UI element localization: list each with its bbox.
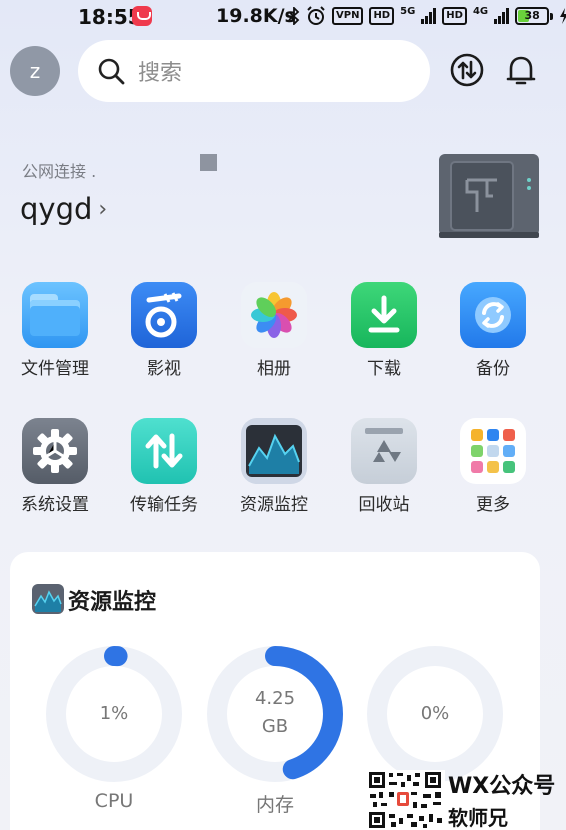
recycle-icon (351, 418, 417, 484)
more-icon (460, 418, 526, 484)
vpn-icon: VPN (332, 7, 364, 25)
cpu-label: CPU (94, 790, 134, 812)
bluetooth-icon (288, 7, 300, 25)
folder-icon (22, 282, 88, 348)
device-name[interactable]: qygd › (20, 192, 107, 226)
memory-label: 内存 (255, 794, 294, 816)
notification-app-icon (132, 6, 152, 26)
status-icons: VPN HD 5G HD 4G 38 (288, 6, 566, 26)
watermark-subtitle: 软师兄 (448, 806, 508, 830)
app-label: 相册 (257, 359, 291, 379)
card-title: 资源监控 (68, 590, 157, 615)
memory-unit: GB (261, 716, 289, 737)
app-label: 更多 (476, 495, 510, 515)
app-resource-monitor[interactable]: 资源监控 (224, 418, 324, 515)
battery-icon: 38 (515, 7, 554, 25)
app-video[interactable]: 影视 (114, 282, 214, 379)
signal-4g-label: 4G (472, 6, 489, 17)
transfer-icon (131, 418, 197, 484)
signal-5g-label: 5G (400, 6, 416, 17)
app-recycle-bin[interactable]: 回收站 (334, 418, 434, 515)
qr-code-image (367, 770, 445, 830)
monitor-card-icon (32, 584, 64, 614)
download-icon (351, 282, 417, 348)
app-label: 资源监控 (240, 495, 308, 515)
app-label: 备份 (476, 359, 510, 379)
app-more[interactable]: 更多 (443, 418, 543, 515)
app-label: 文件管理 (21, 359, 89, 379)
video-icon (131, 282, 197, 348)
app-label: 下载 (367, 359, 401, 379)
nas-device-image (439, 154, 539, 238)
settings-icon (22, 418, 88, 484)
app-settings[interactable]: 系统设置 (5, 418, 105, 515)
device-name-text: qygd (20, 192, 93, 226)
chevron-right-icon: › (98, 196, 108, 222)
battery-level: 38 (524, 9, 540, 22)
app-label: 传输任务 (130, 495, 198, 515)
memory-value: 4.25 (254, 688, 296, 709)
app-file-manager[interactable]: 文件管理 (5, 282, 105, 379)
app-backup[interactable]: 备份 (443, 282, 543, 379)
transfer-status-icon[interactable] (449, 52, 485, 88)
monitor-icon (241, 418, 307, 484)
hd-icon: HD (369, 7, 395, 25)
signal-icon (421, 8, 437, 24)
app-transfer[interactable]: 传输任务 (114, 418, 214, 515)
network-speed: 19.8K/s (216, 5, 296, 27)
avatar[interactable]: z (10, 46, 60, 96)
charging-icon (560, 8, 566, 24)
hd-icon: HD (442, 7, 467, 25)
search-placeholder: 搜索 (138, 61, 183, 86)
cpu-value: 1% (99, 703, 129, 724)
search-bar[interactable]: 搜索 (78, 40, 430, 102)
app-label: 系统设置 (21, 495, 89, 515)
status-square (200, 154, 217, 171)
bell-icon[interactable] (503, 52, 539, 88)
search-icon (98, 58, 125, 85)
storage-value: 0% (420, 703, 450, 724)
status-bar: 18:55 19.8K/s VPN HD 5G HD 4G 38 (0, 0, 566, 32)
photos-icon (241, 282, 307, 348)
signal-icon (494, 8, 510, 24)
backup-icon (460, 282, 526, 348)
connection-status: 公网连接 . (22, 162, 97, 181)
app-label: 回收站 (358, 495, 410, 515)
watermark-title: WX公众号 (448, 774, 556, 799)
app-photos[interactable]: 相册 (224, 282, 324, 379)
memory-gauge (207, 646, 343, 782)
app-label: 影视 (147, 359, 181, 379)
alarm-icon (307, 6, 325, 25)
app-download[interactable]: 下载 (334, 282, 434, 379)
